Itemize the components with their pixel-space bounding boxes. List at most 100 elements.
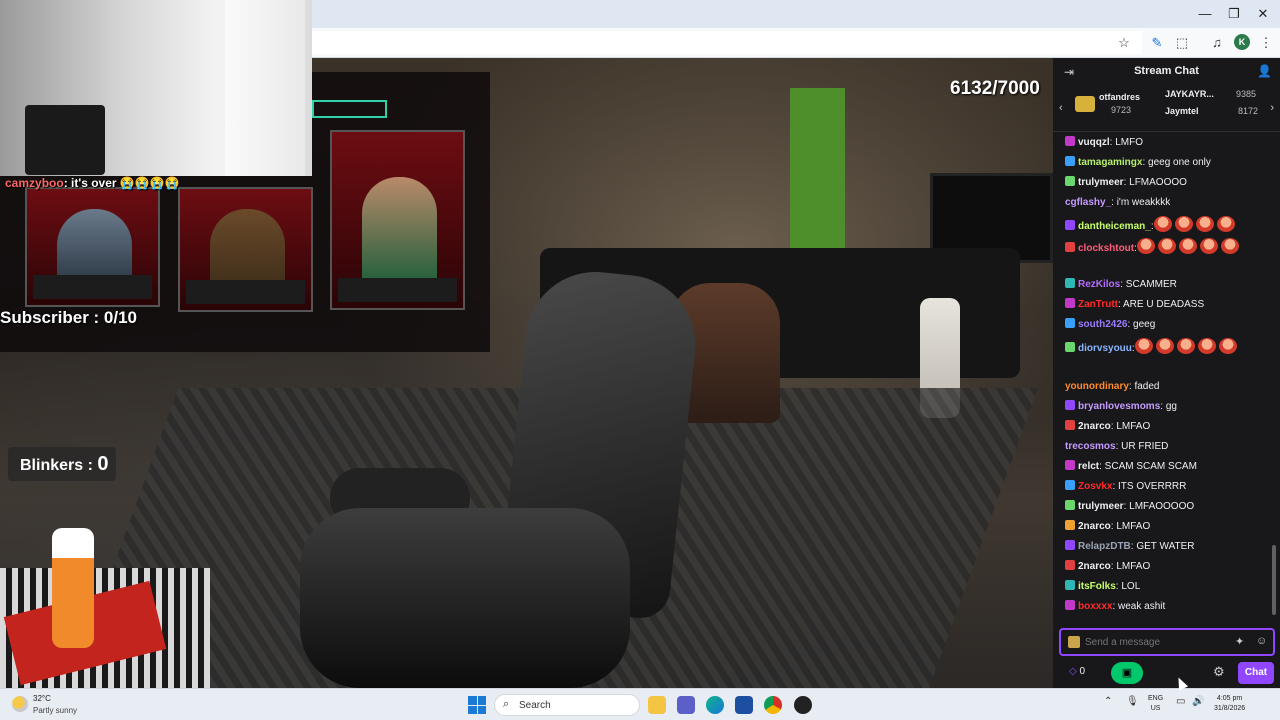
- chat-username[interactable]: dantheiceman_: [1078, 221, 1151, 232]
- chat-message: ZanTrutt: ARE U DEADASS: [1065, 298, 1265, 311]
- media-control-icon[interactable]: ♫: [1207, 33, 1227, 53]
- extension-pen-icon[interactable]: ✎: [1147, 33, 1167, 53]
- chat-message: relct: SCAM SCAM SCAM: [1065, 460, 1265, 473]
- player-card-1: [25, 187, 160, 307]
- clock[interactable]: 4:05 pm 31/8/2026: [1214, 694, 1245, 714]
- chat-username[interactable]: RezKilos: [1078, 279, 1120, 290]
- quote-text: : it's over 😭😭😭😭: [63, 176, 180, 190]
- chrome-icon[interactable]: [764, 696, 782, 714]
- badge-icon: [1065, 520, 1075, 530]
- chat-username[interactable]: relct: [1078, 461, 1099, 472]
- chat-username[interactable]: trulymeer: [1078, 501, 1124, 512]
- weather-icon[interactable]: [12, 696, 28, 712]
- leaderboard-score-2: 9385: [1236, 89, 1257, 99]
- chat-username[interactable]: ZanTrutt: [1078, 299, 1118, 310]
- chat-message: trulymeer: LMFAOOOOO: [1065, 500, 1265, 513]
- badge-icon: [1065, 500, 1075, 510]
- emote-icon: [1153, 216, 1172, 232]
- cam-curtain: [225, 0, 305, 176]
- leaderboard-name-3[interactable]: Jaymtel: [1165, 106, 1199, 116]
- start-icon[interactable]: [468, 696, 486, 714]
- chat-message: trulymeer: LFMAOOOO: [1065, 176, 1265, 189]
- chat-username[interactable]: Zosvkx: [1078, 481, 1112, 492]
- chat-text: : geeg one only: [1142, 157, 1211, 168]
- leaderboard-prev-icon[interactable]: ‹: [1059, 102, 1063, 114]
- chat-username[interactable]: RelapzDTB: [1078, 541, 1131, 552]
- store-icon[interactable]: [735, 696, 753, 714]
- chat-username[interactable]: 2narco: [1078, 421, 1111, 432]
- chat-message: younordinary: faded: [1065, 380, 1265, 393]
- chat-message: diorvsyouu:: [1065, 338, 1265, 355]
- chat-message: boxxxx: weak ashit: [1065, 600, 1265, 613]
- chat-username[interactable]: south2426: [1078, 319, 1127, 330]
- close-button[interactable]: ✕: [1248, 4, 1278, 24]
- leaderboard-next-icon[interactable]: ›: [1270, 102, 1274, 114]
- blinkers-value: 0: [97, 453, 109, 475]
- minimize-button[interactable]: —: [1190, 4, 1220, 24]
- chat-text: : weak ashit: [1112, 601, 1166, 612]
- chat-username[interactable]: trulymeer: [1078, 177, 1124, 188]
- chat-username[interactable]: cgflashy_: [1065, 197, 1111, 208]
- chat-send-button[interactable]: Chat: [1238, 662, 1274, 684]
- taskbar-search[interactable]: ⌕ Search: [494, 694, 640, 716]
- chat-settings-icon[interactable]: ⚙: [1213, 664, 1225, 680]
- chat-username[interactable]: tamagamingx: [1078, 157, 1142, 168]
- chat-username[interactable]: boxxxx: [1078, 601, 1112, 612]
- chat-input-box[interactable]: ✦ ☺: [1059, 628, 1275, 656]
- chat-text: : geeg: [1127, 319, 1156, 330]
- file-explorer-icon[interactable]: [648, 696, 666, 714]
- gift-icon[interactable]: ▣: [1111, 662, 1143, 684]
- address-bar[interactable]: [312, 31, 1142, 54]
- profile-avatar[interactable]: K: [1234, 34, 1250, 50]
- chat-message: dantheiceman_:: [1065, 216, 1265, 233]
- chat-message: RezKilos: SCAMMER: [1065, 278, 1265, 291]
- chat-username[interactable]: 2narco: [1078, 521, 1111, 532]
- edge-icon[interactable]: [706, 696, 724, 714]
- leaderboard-name-1[interactable]: otfandres: [1099, 92, 1140, 102]
- emote-icon: [1199, 238, 1218, 254]
- leaderboard: ‹ otfandres 9723 JAYKAYR... 9385 Jaymtel…: [1053, 86, 1280, 132]
- chat-input[interactable]: [1085, 634, 1225, 650]
- chat-message: south2426: geeg: [1065, 318, 1265, 331]
- chat-text: : LFMAOOOO: [1123, 177, 1187, 188]
- chat-username[interactable]: clockshtout: [1078, 243, 1134, 254]
- show-hidden-icons-icon[interactable]: ⌃: [1104, 696, 1112, 707]
- chat-scrollbar[interactable]: [1272, 545, 1276, 615]
- badge-icon: [1065, 560, 1075, 570]
- chat-username[interactable]: vuqqzl: [1078, 137, 1110, 148]
- leaderboard-name-2[interactable]: JAYKAYR...: [1165, 89, 1214, 99]
- chat-message: Zosvkx: ITS OVERRRR: [1065, 480, 1265, 493]
- chat-username[interactable]: 2narco: [1078, 561, 1111, 572]
- bits-icon[interactable]: ✦: [1235, 635, 1244, 648]
- chat-username[interactable]: bryanlovesmoms: [1078, 401, 1160, 412]
- extensions-icon[interactable]: ⬚: [1172, 33, 1192, 53]
- volume-icon[interactable]: 🔊: [1192, 696, 1204, 707]
- card-info: [186, 280, 305, 304]
- restore-button[interactable]: ❐: [1219, 4, 1249, 24]
- chat-username[interactable]: trecosmos: [1065, 441, 1116, 452]
- browser-menu-icon[interactable]: ⋮: [1256, 33, 1276, 53]
- chat-text: : LMFO: [1109, 137, 1144, 148]
- app-icon[interactable]: [794, 696, 812, 714]
- chat-username[interactable]: younordinary: [1065, 381, 1129, 392]
- chat-message: itsFolks: LOL: [1065, 580, 1265, 593]
- emote-icon: [1195, 216, 1214, 232]
- language-indicator[interactable]: ENG US: [1148, 694, 1163, 714]
- chat-username[interactable]: diorvsyouu: [1078, 343, 1132, 354]
- quote-user: camzyboo: [5, 176, 64, 190]
- network-icon[interactable]: ▭: [1176, 696, 1185, 707]
- badge-icon: [1065, 136, 1075, 146]
- channel-points[interactable]: ◇ 0: [1069, 666, 1085, 677]
- emote-picker-icon[interactable]: ☺: [1256, 635, 1267, 647]
- spray-bottle: [52, 528, 94, 648]
- chat-text: : LMFAO: [1110, 561, 1151, 572]
- teams-icon[interactable]: [677, 696, 695, 714]
- clock-date: 31/8/2026: [1214, 705, 1246, 712]
- community-icon[interactable]: 👤: [1257, 64, 1272, 78]
- chat-username[interactable]: itsFolks: [1078, 581, 1116, 592]
- blinkers-counter: Blinkers : 0: [8, 447, 116, 481]
- bookmark-star-icon[interactable]: ☆: [1114, 33, 1134, 53]
- microphone-icon[interactable]: 🎙: [1126, 696, 1139, 707]
- chat-message: tamagamingx: geeg one only: [1065, 156, 1265, 169]
- chat-text: : LMFAO: [1110, 521, 1151, 532]
